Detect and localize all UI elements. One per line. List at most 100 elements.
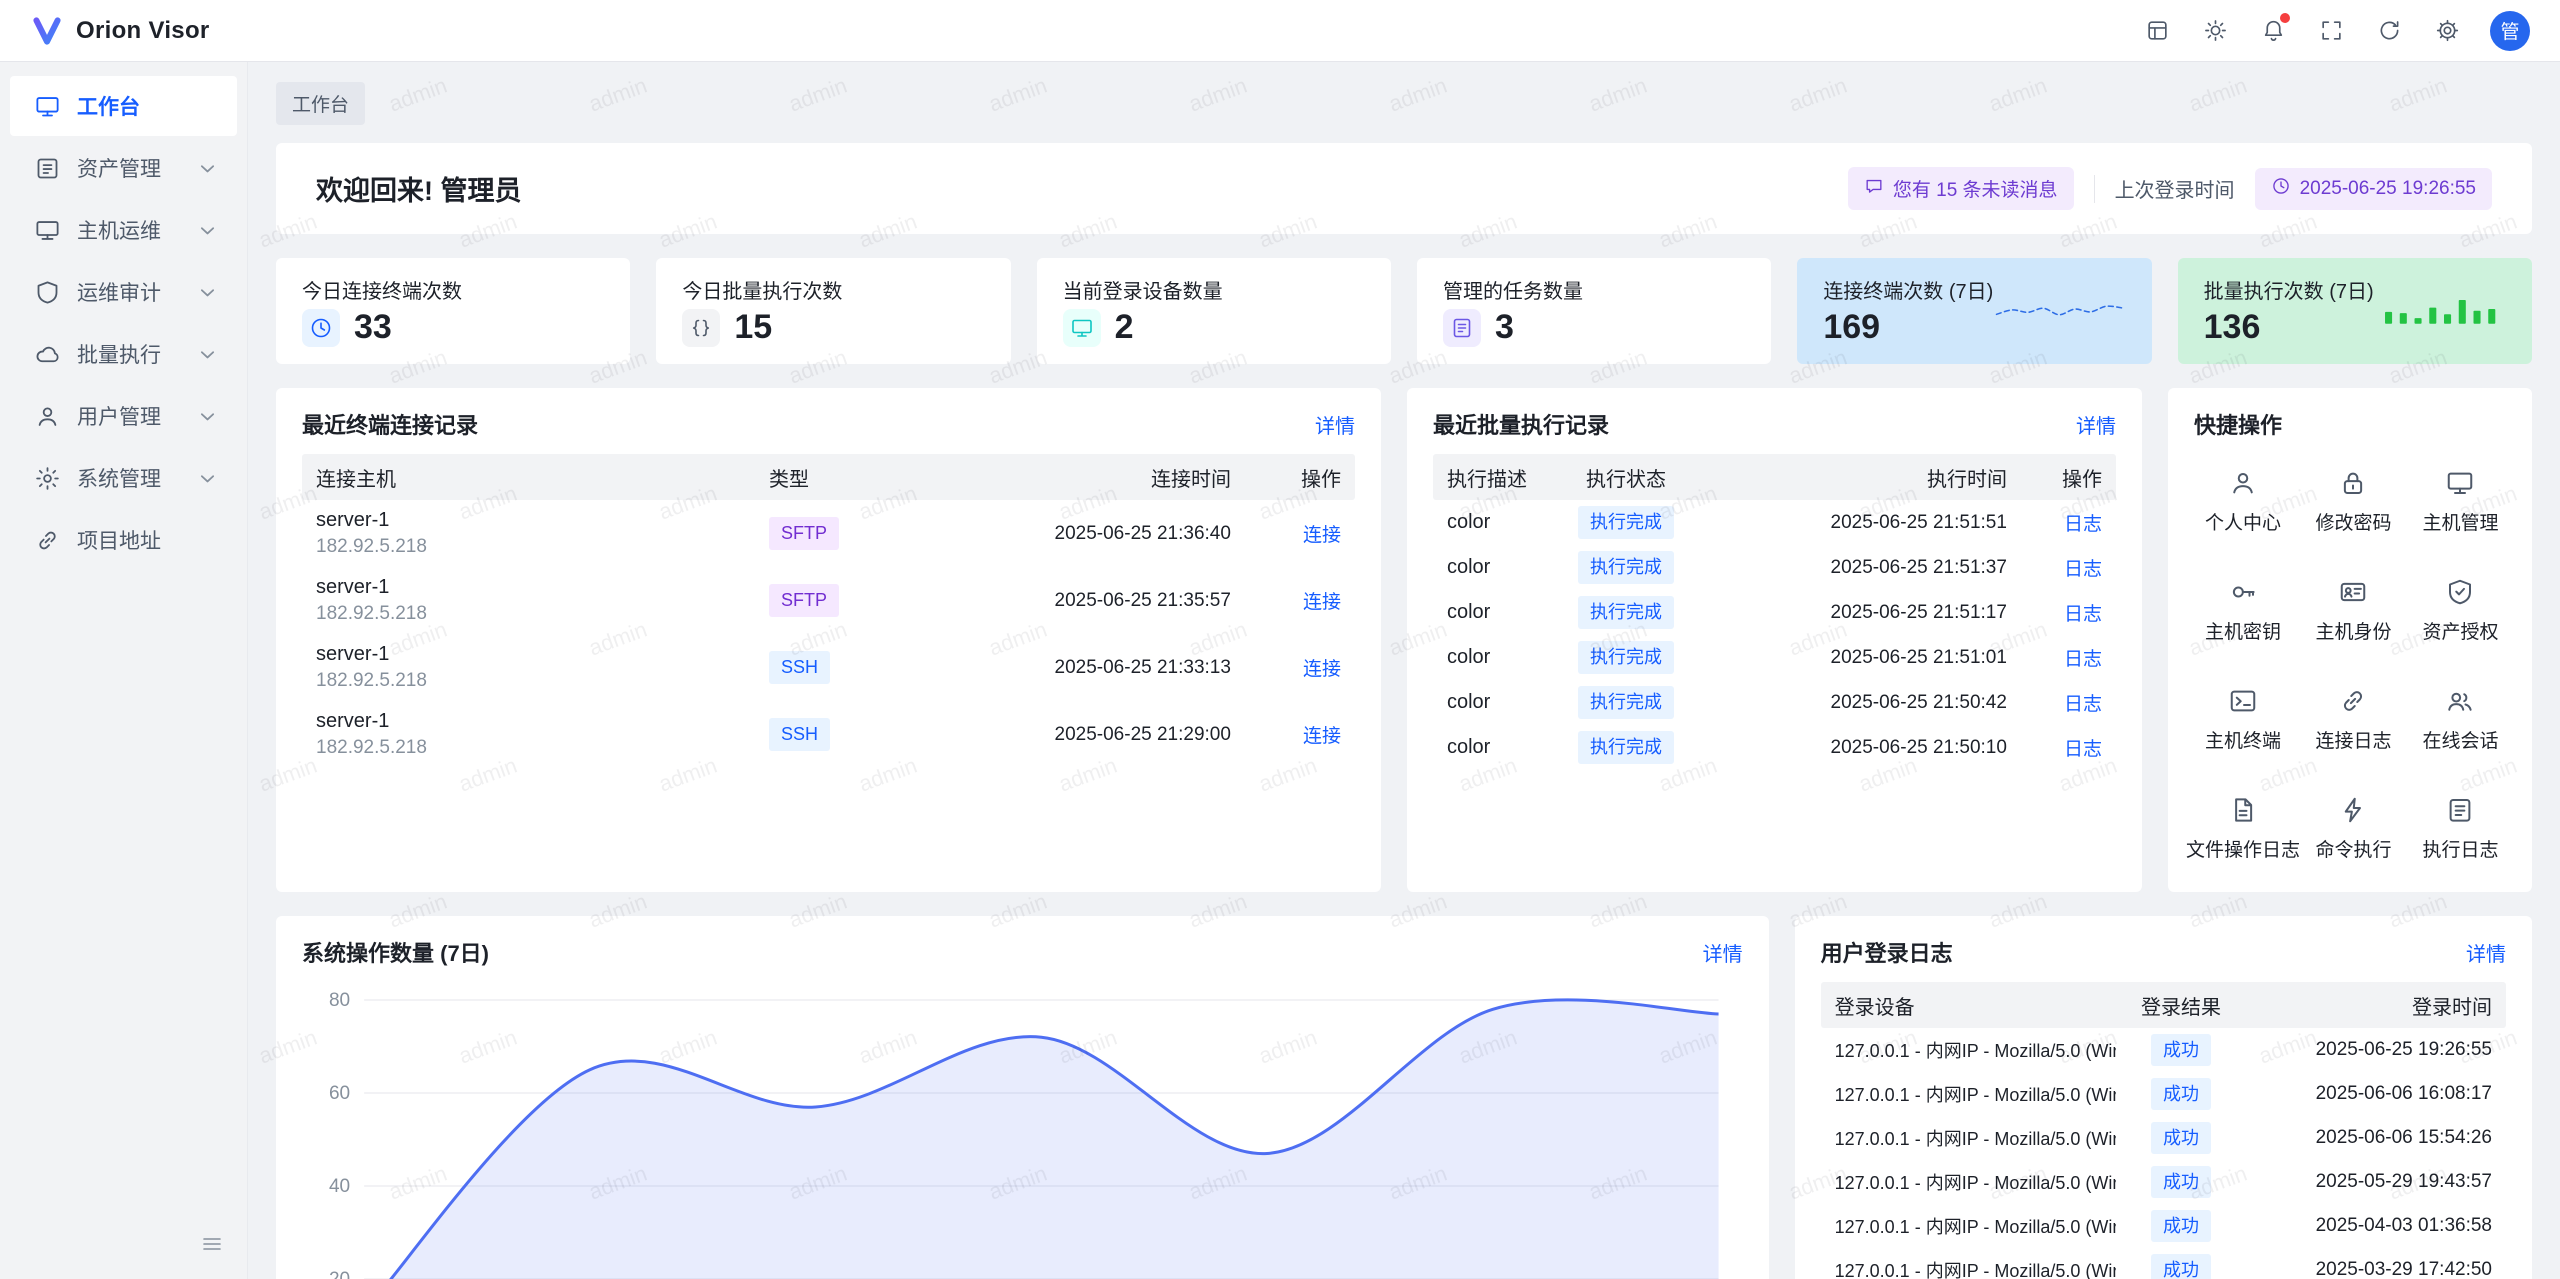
login-result-tag: 成功 xyxy=(2151,1254,2211,1279)
quick-actions-title: 快捷操作 xyxy=(2194,408,2282,440)
log-link[interactable]: 日志 xyxy=(2064,559,2102,580)
host-name: server-1 xyxy=(316,708,741,734)
login-time: 2025-06-25 19:26:55 xyxy=(2246,1039,2506,1061)
log-link[interactable]: 日志 xyxy=(2064,514,2102,535)
sidebar-item-5[interactable]: 批量执行 xyxy=(10,324,237,384)
collapse-menu-icon xyxy=(200,1232,224,1256)
exec-log-icon xyxy=(2445,795,2475,825)
execution-time: 2025-06-25 21:51:01 xyxy=(1711,647,2021,669)
stat-value: 136 xyxy=(2204,308,2374,347)
audit-icon xyxy=(34,279,61,306)
executions-details-link[interactable]: 详情 xyxy=(2076,410,2116,439)
settings-gear-button[interactable] xyxy=(2424,8,2470,54)
unread-messages-badge[interactable]: 您有 15 条未读消息 xyxy=(1848,167,2074,210)
stat-label: 批量执行次数 (7日) xyxy=(2204,275,2374,304)
execution-row: color执行完成2025-06-25 21:50:42日志 xyxy=(1433,680,2116,725)
quick-action-12[interactable]: 执行日志 xyxy=(2407,795,2514,862)
login-time: 2025-03-29 17:42:50 xyxy=(2246,1259,2506,1279)
quick-action-label: 主机密钥 xyxy=(2205,617,2281,644)
recent-executions-card: 最近批量执行记录 详情 执行描述执行状态执行时间操作color执行完成2025-… xyxy=(1407,388,2142,892)
quick-action-5[interactable]: 主机身份 xyxy=(2300,577,2407,644)
user-avatar[interactable]: 管 xyxy=(2490,11,2530,51)
stat-card-5: 连接终端次数 (7日)169 xyxy=(1797,258,2151,364)
login-device: 127.0.0.1 - 内网IP - Mozilla/5.0 (Windows … xyxy=(1821,1213,2116,1239)
table-header: 连接主机类型连接时间操作 xyxy=(302,454,1355,500)
sidebar-item-7[interactable]: 系统管理 xyxy=(10,448,237,508)
login-log-row: 127.0.0.1 - 内网IP - Mozilla/5.0 (Windows … xyxy=(1821,1028,2506,1072)
password-icon xyxy=(2338,468,2368,498)
user-icon xyxy=(34,403,61,430)
sidebar: 工作台资产管理主机运维运维审计批量执行用户管理系统管理项目地址 xyxy=(0,62,248,1279)
stat-label: 今日连接终端次数 xyxy=(302,275,604,304)
fullscreen-button[interactable] xyxy=(2308,8,2354,54)
log-link[interactable]: 日志 xyxy=(2064,604,2102,625)
sidebar-item-3[interactable]: 主机运维 xyxy=(10,200,237,260)
quick-action-4[interactable]: 主机密钥 xyxy=(2186,577,2300,644)
sidebar-item-6[interactable]: 用户管理 xyxy=(10,386,237,446)
host-ip: 182.92.5.218 xyxy=(316,736,741,761)
connection-row: server-1182.92.5.218SSH2025-06-25 21:29:… xyxy=(302,701,1355,768)
svg-text:20: 20 xyxy=(329,1269,350,1279)
stat-value: 33 xyxy=(354,308,392,347)
connections-details-link[interactable]: 详情 xyxy=(1315,410,1355,439)
column-header: 连接时间 xyxy=(905,463,1245,492)
stat-card-1: 今日连接终端次数 33 xyxy=(276,258,630,364)
connect-link[interactable]: 连接 xyxy=(1303,726,1341,747)
stat-icon-badge xyxy=(1063,309,1101,347)
execution-row: color执行完成2025-06-25 21:51:51日志 xyxy=(1433,500,2116,545)
quick-action-7[interactable]: 主机终端 xyxy=(2186,686,2300,753)
skin-icon xyxy=(2145,18,2170,43)
quick-action-8[interactable]: 连接日志 xyxy=(2300,686,2407,753)
fullscreen-icon xyxy=(2319,18,2344,43)
sidebar-item-4[interactable]: 运维审计 xyxy=(10,262,237,322)
quick-actions-grid: 个人中心修改密码主机管理主机密钥 主机身份资产授权主机终端连接日志在线会话文件操作… xyxy=(2168,454,2532,892)
command-icon xyxy=(2338,795,2368,825)
protocol-tag: SSH xyxy=(769,651,830,683)
asset-icon xyxy=(34,155,61,182)
collapse-sidebar-button[interactable] xyxy=(195,1227,229,1261)
login-logs-details-link[interactable]: 详情 xyxy=(2466,938,2506,967)
connect-link[interactable]: 连接 xyxy=(1303,592,1341,613)
quick-action-label: 主机身份 xyxy=(2315,617,2391,644)
watermark-text: admin xyxy=(248,73,251,118)
theme-sun-button[interactable] xyxy=(2192,8,2238,54)
quick-action-6[interactable]: 资产授权 xyxy=(2407,577,2514,644)
quick-action-3[interactable]: 主机管理 xyxy=(2407,468,2514,535)
quick-action-2[interactable]: 修改密码 xyxy=(2300,468,2407,535)
execution-status-tag: 执行完成 xyxy=(1578,506,1674,538)
log-link[interactable]: 日志 xyxy=(2064,739,2102,760)
recent-connections-card: 最近终端连接记录 详情 连接主机类型连接时间操作server-1182.92.5… xyxy=(276,388,1381,892)
quick-action-1[interactable]: 个人中心 xyxy=(2186,468,2300,535)
connect-time: 2025-06-25 21:36:40 xyxy=(905,523,1245,545)
connect-time: 2025-06-25 21:33:13 xyxy=(905,657,1245,679)
notification-bell-button[interactable] xyxy=(2250,8,2296,54)
quick-action-10[interactable]: 文件操作日志 xyxy=(2186,795,2300,862)
system-ops-details-link[interactable]: 详情 xyxy=(1703,938,1743,967)
notification-dot xyxy=(2280,13,2290,23)
execution-desc: color xyxy=(1433,556,1541,579)
profile-icon xyxy=(2228,468,2258,498)
last-login-time: 2025-06-25 19:26:55 xyxy=(2300,178,2476,200)
connect-link[interactable]: 连接 xyxy=(1303,659,1341,680)
stat-icon-badge xyxy=(682,309,720,347)
execution-status-tag: 执行完成 xyxy=(1578,551,1674,583)
sidebar-item-label: 系统管理 xyxy=(77,463,178,493)
log-link[interactable]: 日志 xyxy=(2064,694,2102,715)
sidebar-item-8[interactable]: 项目地址 xyxy=(10,510,237,570)
sidebar-item-2[interactable]: 资产管理 xyxy=(10,138,237,198)
quick-action-9[interactable]: 在线会话 xyxy=(2407,686,2514,753)
skin-button[interactable] xyxy=(2134,8,2180,54)
refresh-button[interactable] xyxy=(2366,8,2412,54)
stat-value: 169 xyxy=(1823,308,1993,347)
app-logo-icon xyxy=(30,14,64,48)
connect-link[interactable]: 连接 xyxy=(1303,525,1341,546)
login-device: 127.0.0.1 - 内网IP - Mozilla/5.0 (Windows … xyxy=(1821,1169,2116,1195)
breadcrumb-item-workbench[interactable]: 工作台 xyxy=(276,82,365,125)
table-header: 执行描述执行状态执行时间操作 xyxy=(1433,454,2116,500)
task-icon xyxy=(1450,316,1474,340)
login-time: 2025-06-06 15:54:26 xyxy=(2246,1127,2506,1149)
column-header: 登录时间 xyxy=(2246,991,2506,1020)
quick-action-11[interactable]: 命令执行 xyxy=(2300,795,2407,862)
sidebar-item-1[interactable]: 工作台 xyxy=(10,76,237,136)
log-link[interactable]: 日志 xyxy=(2064,649,2102,670)
